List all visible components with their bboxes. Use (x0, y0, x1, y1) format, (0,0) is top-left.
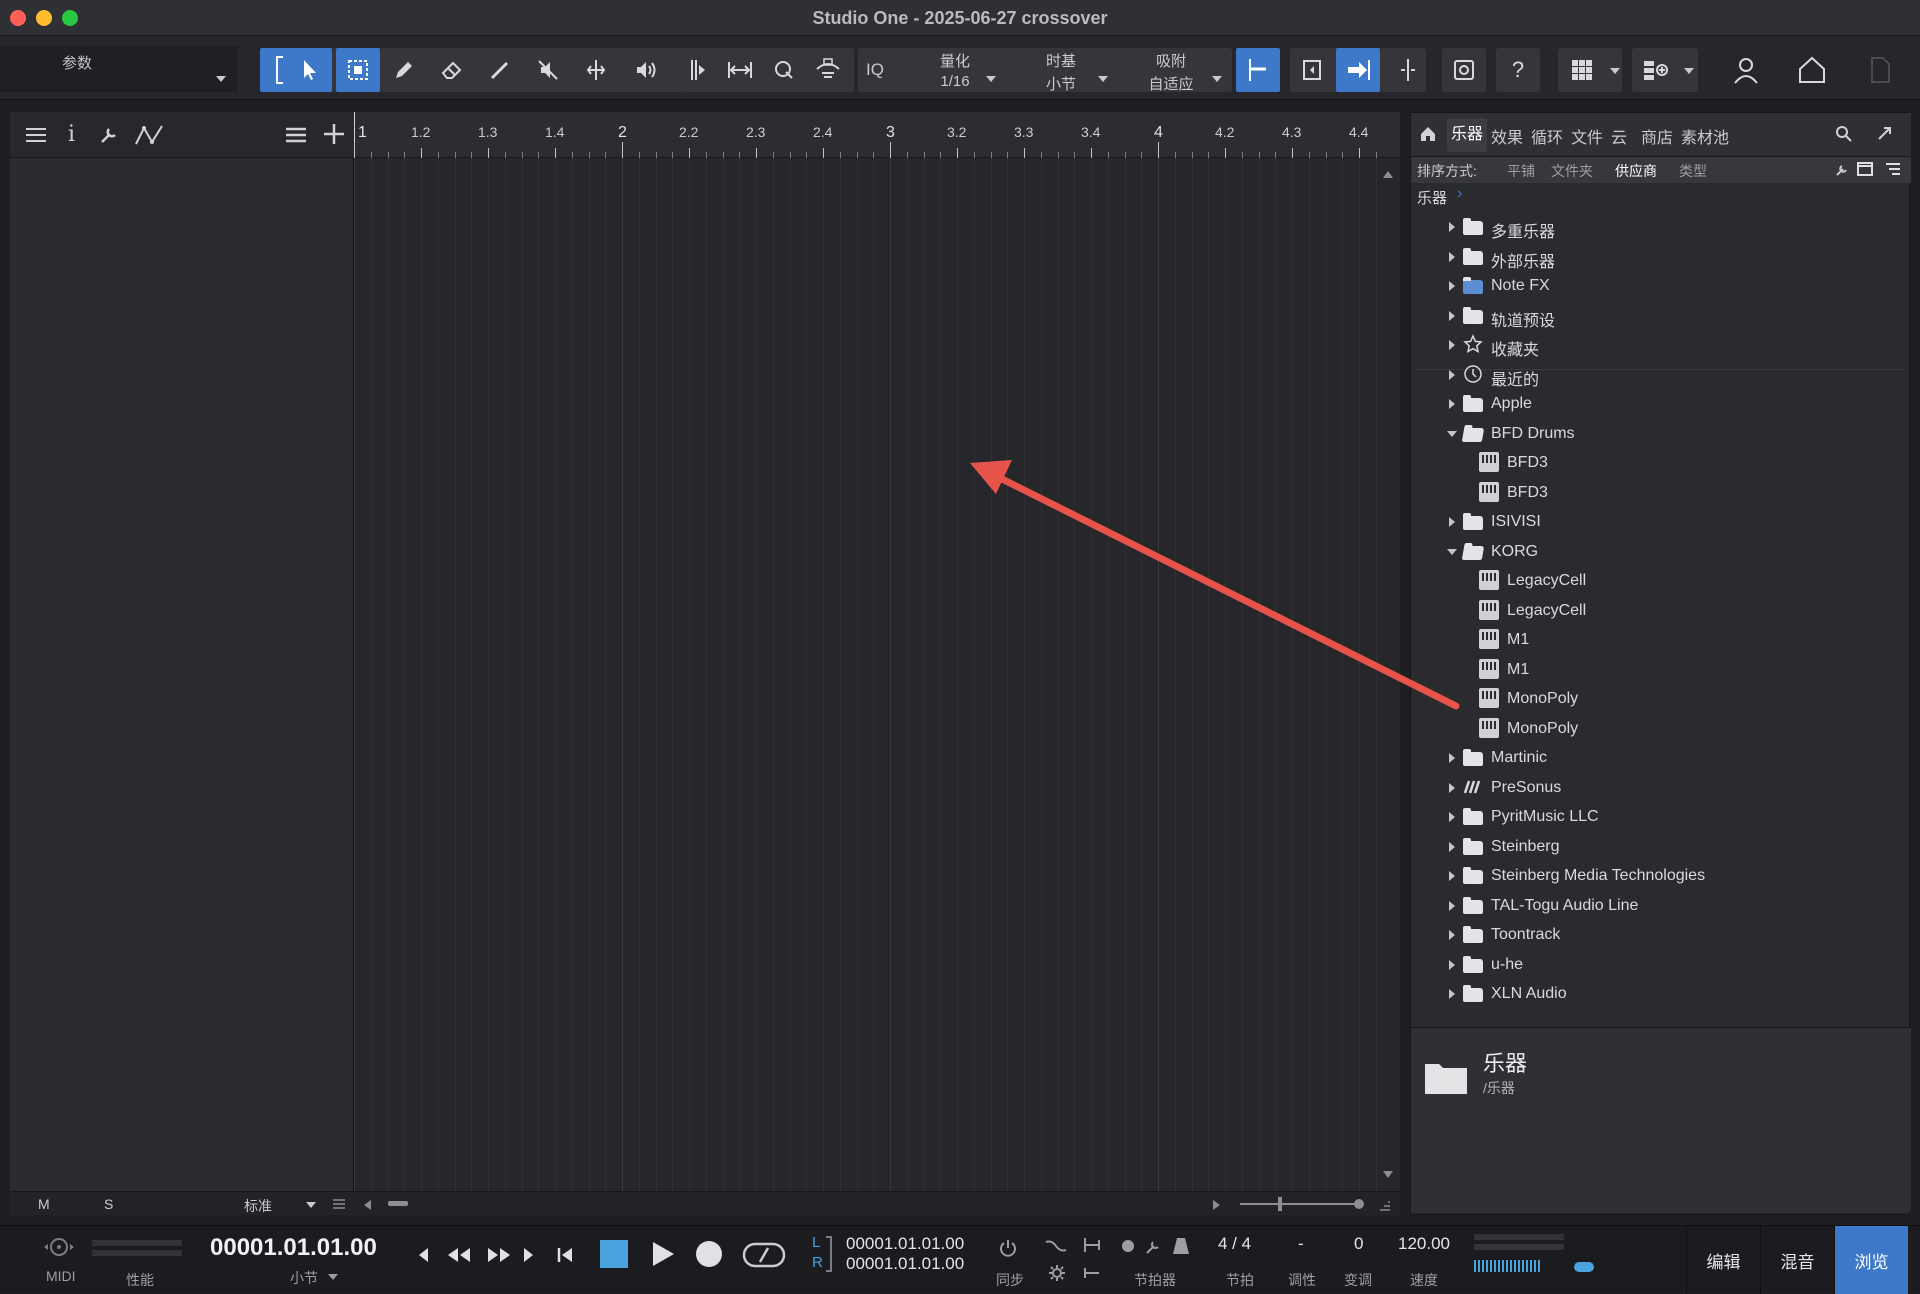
midi-monitor-icon[interactable] (42, 1236, 76, 1263)
loop-start-display[interactable]: 00001.01.01.00 (846, 1234, 964, 1254)
metronome-icon[interactable] (1172, 1236, 1190, 1261)
key-display[interactable]: - (1298, 1234, 1304, 1254)
transpose-display[interactable]: 0 (1354, 1234, 1363, 1254)
output-toggle[interactable] (1574, 1262, 1594, 1272)
loop-bracket (826, 1236, 832, 1272)
time-signature-label: 节拍 (1226, 1272, 1254, 1288)
performance-label: 性能 (126, 1272, 154, 1288)
transport-bar: MIDI 性能 00001.01.01.00 小节 L R 00001.01.0… (0, 1225, 1920, 1294)
view-button-2[interactable]: 浏览 (1834, 1226, 1908, 1294)
prev-marker-icon[interactable] (416, 1246, 430, 1269)
view-button-0[interactable]: 编辑 (1686, 1226, 1760, 1294)
output-meter-right (1474, 1244, 1564, 1250)
precount-icon[interactable] (1044, 1238, 1068, 1259)
punch-icon[interactable] (1082, 1264, 1102, 1287)
next-marker-icon[interactable] (522, 1246, 536, 1269)
view-button-1[interactable]: 混音 (1760, 1226, 1834, 1294)
main-volume-meter[interactable] (1474, 1260, 1542, 1272)
chevron-down-icon (328, 1274, 338, 1280)
preroll-icon[interactable] (1082, 1236, 1102, 1259)
rewind-icon[interactable] (446, 1246, 472, 1269)
loop-end-display[interactable]: 00001.01.01.00 (846, 1254, 964, 1274)
sync-power-icon[interactable] (998, 1238, 1018, 1263)
position-unit[interactable]: 小节 (290, 1268, 318, 1288)
fast-forward-icon[interactable] (486, 1246, 512, 1269)
metronome-label: 节拍器 (1134, 1272, 1176, 1288)
play-button[interactable] (650, 1240, 676, 1273)
tempo-label: 速度 (1410, 1272, 1438, 1288)
metronome-settings-gear-icon[interactable] (1048, 1264, 1066, 1287)
time-signature-display[interactable]: 4 / 4 (1218, 1234, 1251, 1254)
position-display[interactable]: 00001.01.01.00 (210, 1234, 377, 1262)
metronome-wrench-icon[interactable] (1144, 1238, 1162, 1261)
midi-label: MIDI (46, 1268, 76, 1284)
performance-meter-2 (92, 1250, 182, 1256)
loop-right-label: R (812, 1254, 823, 1271)
record-button[interactable] (696, 1241, 722, 1267)
transpose-label: 变调 (1344, 1272, 1372, 1288)
metronome-toggle[interactable] (1122, 1240, 1134, 1252)
loop-left-label: L (812, 1234, 821, 1251)
tempo-display[interactable]: 120.00 (1398, 1234, 1450, 1254)
key-label: 调性 (1288, 1272, 1316, 1288)
return-to-zero-icon[interactable] (556, 1246, 574, 1269)
sync-label: 同步 (996, 1272, 1024, 1288)
loop-button[interactable] (742, 1242, 786, 1273)
stop-button[interactable] (600, 1240, 628, 1268)
performance-meter (92, 1240, 182, 1246)
annotation-arrow (970, 460, 1460, 710)
output-meter-left (1474, 1234, 1564, 1240)
